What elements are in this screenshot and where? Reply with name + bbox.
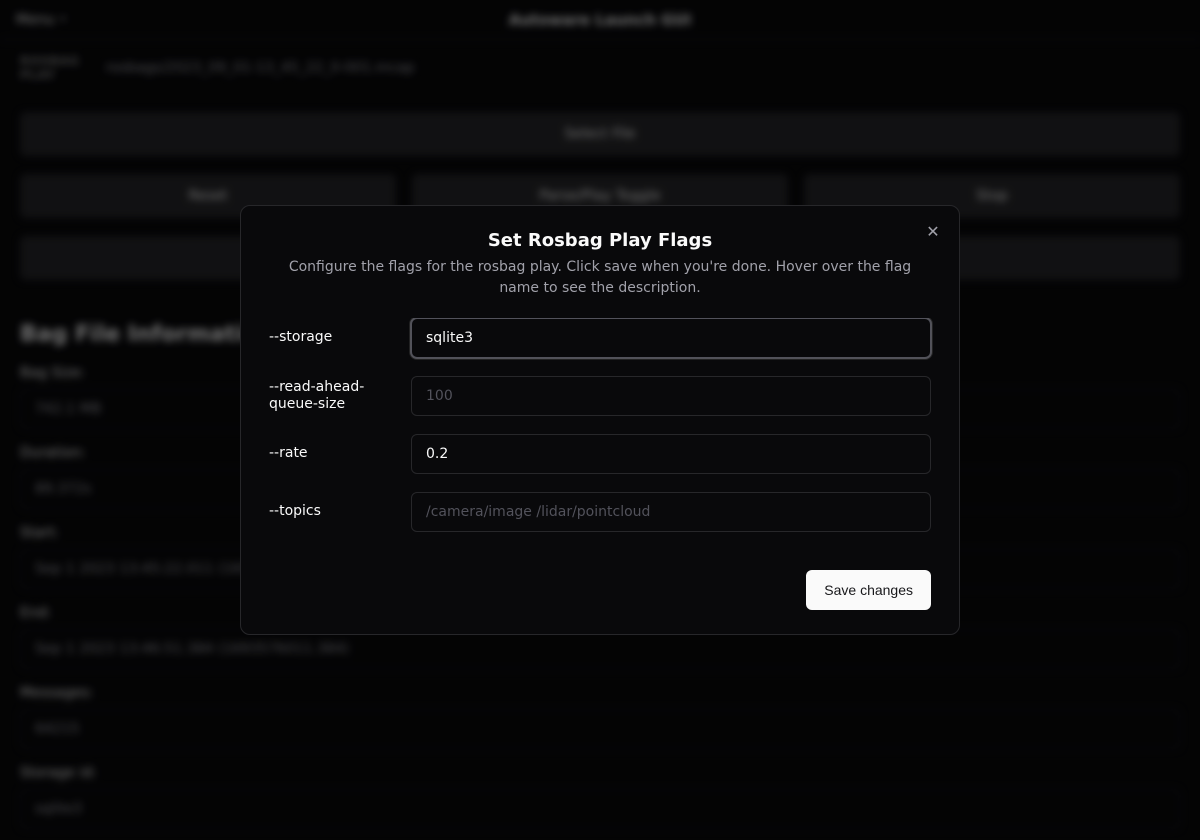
save-label: Save changes xyxy=(824,582,913,598)
dialog-footer: Save changes xyxy=(269,570,931,610)
dialog-description: Configure the flags for the rosbag play.… xyxy=(270,257,930,298)
flag-input[interactable] xyxy=(411,318,931,358)
flag-label: --topics xyxy=(269,503,399,520)
close-button[interactable]: ✕ xyxy=(921,220,945,244)
flag-row: --storage xyxy=(269,318,931,358)
close-icon: ✕ xyxy=(926,222,939,242)
flag-row: --read-ahead-queue-size xyxy=(269,376,931,416)
flag-input[interactable] xyxy=(411,434,931,474)
save-button[interactable]: Save changes xyxy=(806,570,931,610)
flag-input[interactable] xyxy=(411,376,931,416)
flag-label: --storage xyxy=(269,329,399,346)
flag-row: --rate xyxy=(269,434,931,474)
modal-overlay: ✕ Set Rosbag Play Flags Configure the fl… xyxy=(0,0,1200,840)
flags-dialog: ✕ Set Rosbag Play Flags Configure the fl… xyxy=(240,205,960,635)
dialog-title: Set Rosbag Play Flags xyxy=(269,230,931,251)
flags-scroll[interactable]: --storage --read-ahead-queue-size --rate --… xyxy=(269,318,937,550)
flag-label: --read-ahead-queue-size xyxy=(269,379,399,413)
flag-input[interactable] xyxy=(411,492,931,532)
flag-row: --topics xyxy=(269,492,931,532)
flag-label: --rate xyxy=(269,445,399,462)
